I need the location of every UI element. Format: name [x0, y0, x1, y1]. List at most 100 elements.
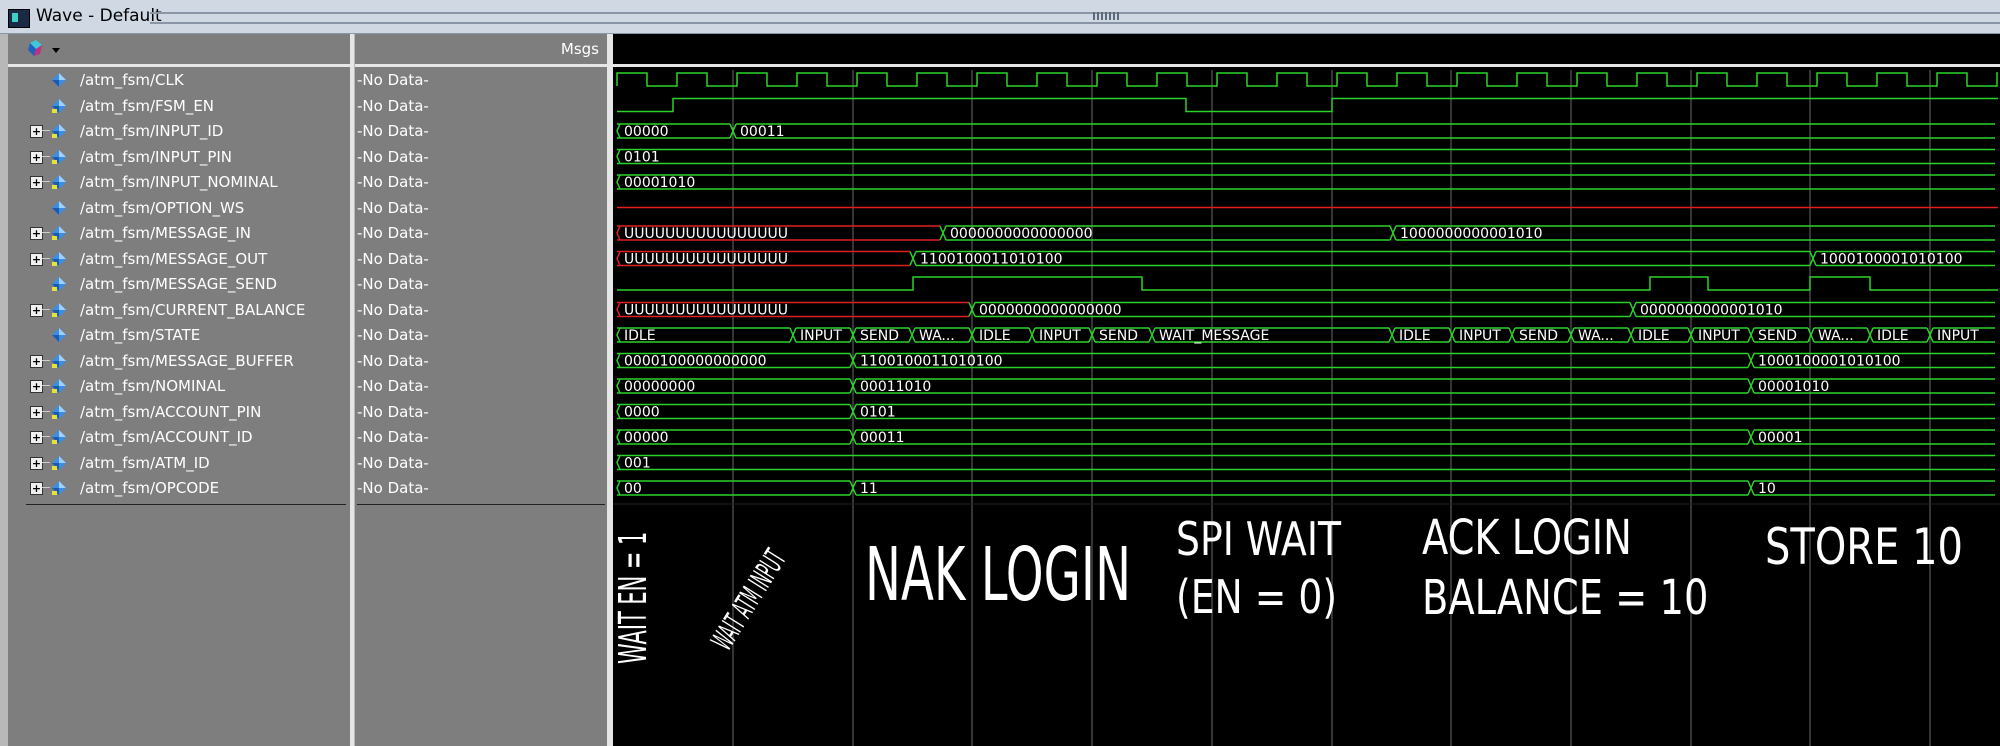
signal-row[interactable]: + /atm_fsm/INPUT_NOMINAL — [8, 170, 348, 195]
tree-connector — [42, 461, 50, 463]
signal-name: /atm_fsm/ACCOUNT_ID — [80, 428, 253, 446]
signal-diamond-icon — [52, 353, 66, 368]
bus-value-label: IDLE — [1399, 328, 1431, 344]
signal-row[interactable]: + /atm_fsm/MESSAGE_IN — [8, 221, 348, 246]
bus-transition — [1747, 327, 1755, 343]
bus-start — [616, 480, 621, 496]
signal-diamond-icon — [52, 175, 66, 189]
bus-value-label: 00 — [624, 481, 642, 497]
signal-row[interactable]: + /atm_fsm/ATM_ID — [8, 451, 348, 476]
signal-value: -No Data- — [357, 479, 429, 497]
bus-value-label: IDLE — [1877, 328, 1909, 344]
bus-transition — [1629, 302, 1637, 317]
bus-value-label: INPUT — [1698, 328, 1740, 344]
bus-value-label: 00001010 — [1758, 379, 1829, 395]
signal-row[interactable]: /atm_fsm/OPTION_WS — [8, 196, 348, 221]
signal-row[interactable]: + /atm_fsm/CURRENT_BALANCE — [8, 298, 348, 323]
signal-row[interactable]: /atm_fsm/CLK — [8, 68, 348, 93]
bus-value-label: 00001010 — [624, 175, 695, 191]
signal-name: /atm_fsm/MESSAGE_IN — [80, 224, 251, 242]
wave-tools-icon[interactable] — [26, 39, 48, 59]
expand-icon[interactable]: + — [30, 252, 43, 266]
signal-row[interactable]: + /atm_fsm/OPCODE — [8, 476, 348, 501]
signal-name: /atm_fsm/CLK — [80, 71, 184, 89]
annotation-store: STORE 10 — [1765, 518, 1963, 576]
expand-icon[interactable]: + — [30, 482, 43, 495]
signal-row[interactable]: + /atm_fsm/INPUT_ID — [8, 119, 348, 144]
expand-icon[interactable]: + — [30, 456, 43, 470]
signal-value: -No Data- — [357, 428, 429, 446]
annotation-spi-wait: SPI WAIT — [1176, 512, 1342, 566]
bus-start — [616, 251, 621, 266]
expand-icon[interactable]: + — [30, 380, 43, 393]
tree-connector — [42, 232, 50, 233]
signal-row[interactable]: + /atm_fsm/ACCOUNT_PIN — [8, 400, 348, 425]
annotation-en-zero: (EN = 0) — [1176, 570, 1338, 624]
bus-segment — [856, 378, 1748, 394]
expand-icon[interactable]: + — [30, 405, 43, 419]
waveform-canvas[interactable]: 00000 00011010100001010UUUUUUUUUUUUUUUU 00… — [613, 34, 2000, 746]
bus-value-label: 1000000000001010 — [1400, 226, 1543, 242]
bus-value-label: WA... — [919, 328, 955, 344]
bus-start — [616, 225, 621, 241]
signal-name-header — [8, 34, 350, 67]
bus-transition — [908, 327, 916, 343]
expand-icon[interactable]: + — [30, 303, 43, 317]
signal-diamond-icon — [52, 73, 66, 87]
bus-transition — [1747, 480, 1755, 496]
signal-row[interactable]: + /atm_fsm/MESSAGE_BUFFER — [8, 349, 348, 374]
msgs-label: Msgs — [560, 40, 599, 58]
bus-value-label: 0000 — [624, 405, 660, 421]
chevron-down-icon[interactable] — [52, 48, 60, 53]
signal-row[interactable]: /atm_fsm/FSM_EN — [8, 94, 348, 119]
bus-value-label: INPUT — [1937, 328, 1979, 344]
titlebar-drag-grip[interactable] — [150, 12, 2000, 24]
tree-connector — [42, 487, 50, 488]
signal-diamond-icon — [52, 328, 66, 342]
signal-diamond-icon — [52, 200, 66, 215]
signal-value: -No Data- — [357, 147, 429, 166]
window-title: Wave - Default — [36, 6, 162, 26]
expand-icon[interactable]: + — [30, 431, 43, 444]
signal-name: /atm_fsm/ACCOUNT_PIN — [80, 402, 262, 421]
signal-row[interactable]: + /atm_fsm/ACCOUNT_ID — [8, 425, 348, 450]
signal-diamond-icon — [52, 251, 66, 266]
signal-value: -No Data- — [357, 122, 429, 140]
expand-icon[interactable]: + — [30, 125, 43, 138]
bus-segment — [617, 454, 1995, 471]
bus-value-label: SEND — [1519, 328, 1558, 344]
signal-value: -No Data- — [357, 402, 429, 421]
signal-diamond-icon — [52, 124, 66, 138]
titlebar-grip-handle[interactable] — [1093, 12, 1121, 20]
signal-row[interactable]: /atm_fsm/STATE — [8, 323, 348, 348]
bus-value-label: 0000100000000000 — [624, 354, 767, 370]
bus-value-label: 0000000000000000 — [950, 226, 1093, 242]
window-titlebar[interactable]: Wave - Default — [0, 0, 2000, 34]
signal-value: -No Data- — [357, 198, 429, 217]
bus-segment — [856, 403, 1995, 420]
signal-row[interactable]: + /atm_fsm/NOMINAL — [8, 374, 348, 399]
signal-name: /atm_fsm/INPUT_NOMINAL — [80, 173, 278, 191]
bit-waveform — [617, 97, 1998, 113]
signal-row[interactable]: + /atm_fsm/MESSAGE_OUT — [8, 247, 348, 272]
signal-row[interactable]: + /atm_fsm/INPUT_PIN — [8, 145, 348, 170]
signal-name: /atm_fsm/STATE — [80, 326, 201, 344]
expand-icon[interactable]: + — [30, 227, 43, 240]
bus-start — [616, 429, 621, 445]
signal-name: /atm_fsm/MESSAGE_BUFFER — [80, 351, 294, 370]
annotation-wait-en: WAIT EN = 1 — [613, 531, 655, 664]
bus-transition — [789, 327, 797, 343]
signal-diamond-icon — [52, 404, 66, 419]
bus-transition — [1866, 327, 1874, 343]
signal-row[interactable]: /atm_fsm/MESSAGE_SEND — [8, 272, 348, 297]
expand-icon[interactable]: + — [30, 354, 43, 368]
bus-value-label: 00001 — [1758, 430, 1803, 446]
tree-connector — [42, 436, 50, 437]
waveform-pane[interactable]: 00000 00011 0101 00001010 UUUUUUUUUUUUUUUU 00… — [613, 34, 2000, 746]
bus-value-label: INPUT — [800, 328, 842, 344]
bus-transition — [1809, 251, 1817, 266]
expand-icon[interactable]: + — [30, 176, 43, 189]
expand-icon[interactable]: + — [30, 150, 43, 164]
signal-value: -No Data- — [357, 71, 429, 89]
bus-value-label: UUUUUUUUUUUUUUUU — [624, 252, 788, 268]
